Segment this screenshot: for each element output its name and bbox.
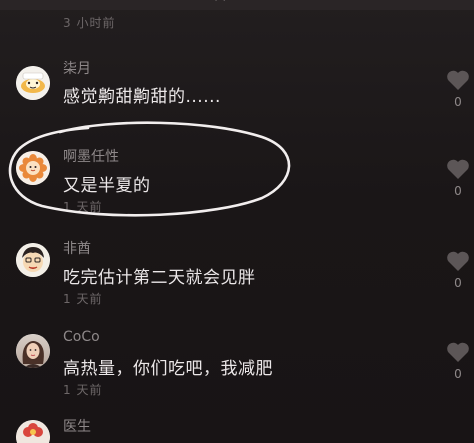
comment-text: 高热量，你们吃吧，我减肥 bbox=[63, 359, 273, 379]
comment-item: 非酋 吃完估计第二天就会见胖 1 天前 0 bbox=[0, 232, 474, 317]
heart-icon bbox=[447, 251, 469, 271]
heart-icon bbox=[447, 342, 469, 362]
like-button[interactable]: 0 bbox=[446, 341, 470, 381]
comment-item: 医生 bbox=[0, 410, 474, 443]
like-button[interactable]: 0 bbox=[446, 250, 470, 290]
comment-username[interactable]: 柒月 bbox=[63, 58, 91, 78]
like-button[interactable]: 0 bbox=[446, 69, 470, 109]
heart-icon bbox=[447, 159, 469, 179]
avatar[interactable] bbox=[16, 151, 50, 185]
comment-time: 1 天前 bbox=[63, 292, 103, 306]
heart-icon bbox=[447, 70, 469, 90]
comment-item: 啊墨任性 又是半夏的 1 天前 0 bbox=[0, 140, 474, 225]
avatar[interactable] bbox=[16, 420, 50, 443]
like-count: 0 bbox=[454, 367, 462, 381]
comment-time: 1 天前 bbox=[63, 200, 103, 214]
avatar[interactable] bbox=[16, 66, 50, 100]
comment-item: 柒月 感觉齁甜齁甜的...... 0 bbox=[0, 55, 474, 135]
avatar[interactable] bbox=[16, 334, 50, 368]
like-count: 0 bbox=[454, 276, 462, 290]
comment-time: 1 天前 bbox=[63, 383, 103, 397]
top-timestamp: 3 小时前 bbox=[63, 16, 116, 30]
like-count: 0 bbox=[454, 184, 462, 198]
like-count: 0 bbox=[454, 95, 462, 109]
like-button[interactable]: 0 bbox=[446, 158, 470, 198]
comment-text: 感觉齁甜齁甜的...... bbox=[63, 87, 221, 107]
comment-text: 又是半夏的 bbox=[63, 176, 151, 196]
comment-text: 吃完估计第二天就会见胖 bbox=[63, 268, 256, 288]
comment-username[interactable]: 非酋 bbox=[63, 238, 91, 258]
avatar[interactable] bbox=[16, 243, 50, 277]
comment-list-screen: · · 3 小时前 柒月 感觉齁甜齁甜的...... 0 啊墨任性 又是半夏的 … bbox=[0, 0, 474, 443]
top-strip: · · bbox=[0, 0, 474, 10]
comment-item: CoCo 高热量，你们吃吧，我减肥 1 天前 0 bbox=[0, 323, 474, 408]
top-cut-text: · · bbox=[214, 0, 227, 9]
comment-username[interactable]: 啊墨任性 bbox=[63, 146, 119, 166]
comment-username[interactable]: CoCo bbox=[63, 329, 100, 345]
comment-username[interactable]: 医生 bbox=[63, 416, 91, 436]
